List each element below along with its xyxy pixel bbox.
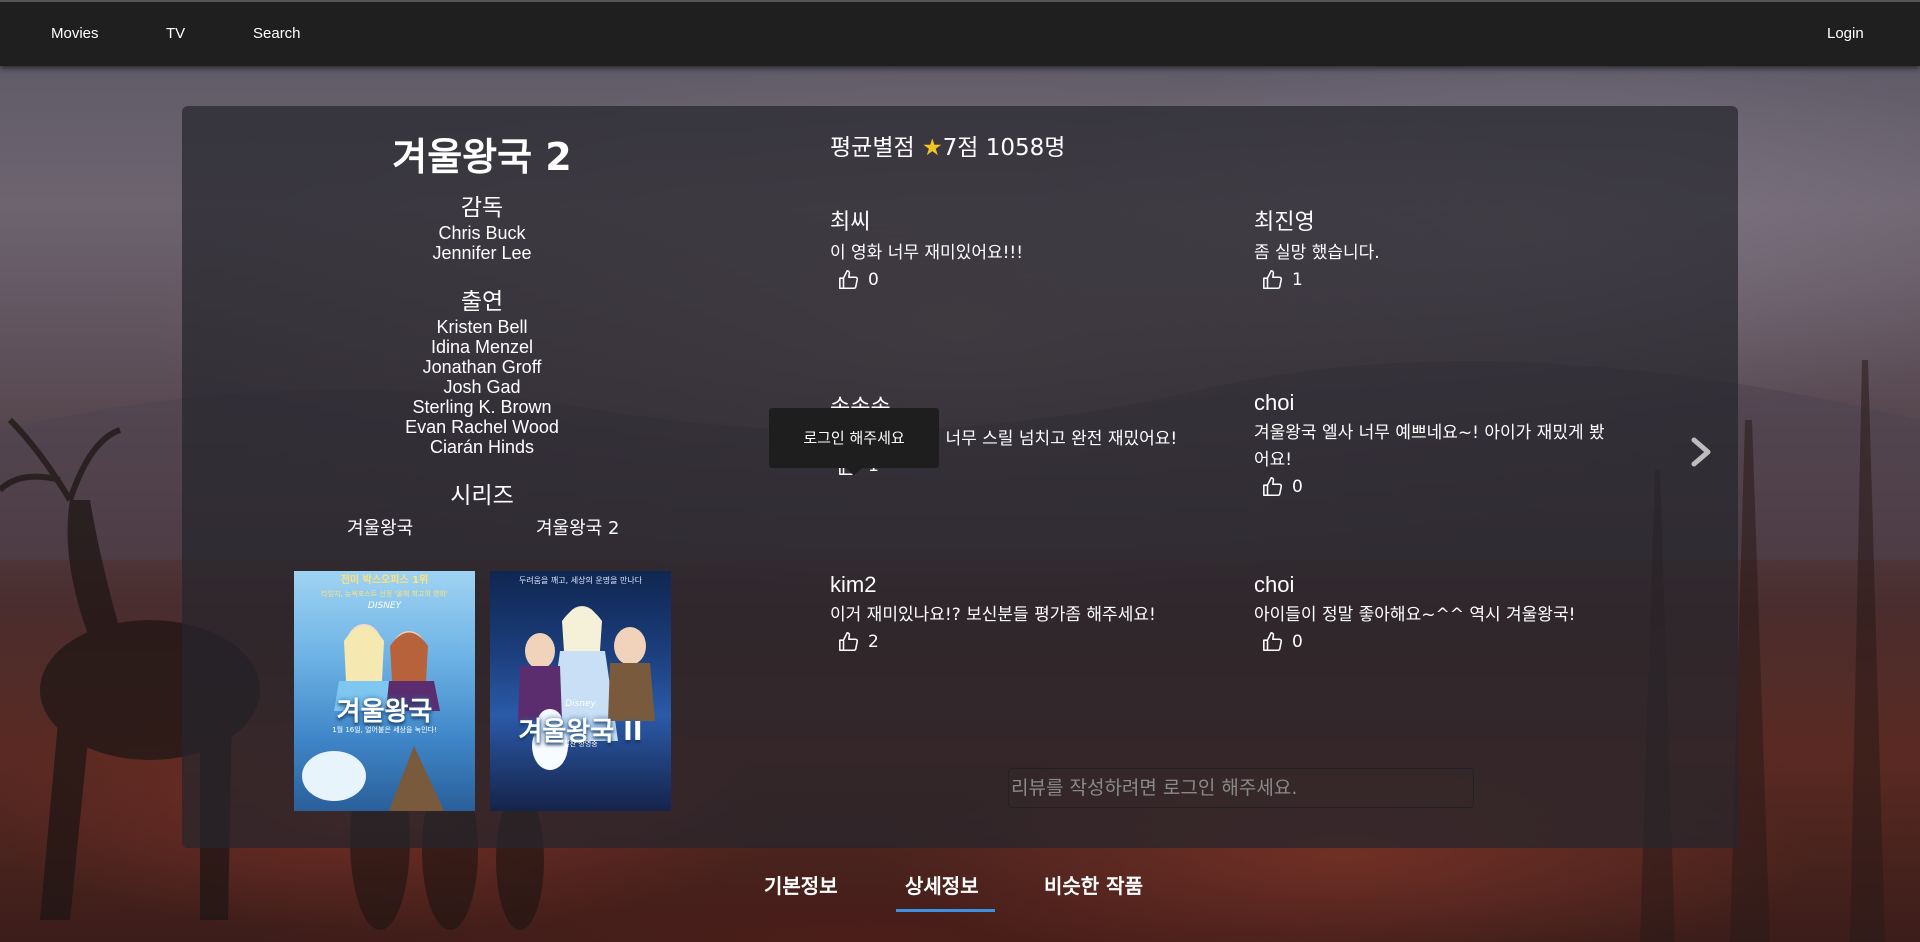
series-poster-frozen-2[interactable]: 두려움을 깨고, 세상의 운명을 만나다 Disney 겨울왕국 II 절찬 상…: [490, 571, 671, 811]
tab-similar-titles[interactable]: 비슷한 작품: [1044, 870, 1143, 899]
rating-label: 평균별점: [830, 135, 915, 161]
review-author: choi: [1254, 572, 1295, 597]
review-author: 최진영: [1254, 209, 1315, 234]
rating-count: 1058명: [985, 135, 1066, 161]
cast-member: Kristen Bell: [436, 317, 528, 337]
movie-title: 겨울왕국 2: [392, 135, 572, 179]
movie-detail-panel: 겨울왕국 2 감독 Chris Buck Jennifer Lee 출연 Kri…: [182, 106, 1738, 848]
nav-link-tv[interactable]: TV: [166, 25, 185, 42]
review-author: kim2: [830, 572, 877, 597]
like-count: 0: [1292, 632, 1303, 652]
series-poster-frozen[interactable]: 전미 박스오피스 1위 타임지, 뉴욕포스트 선정 '올해 최고의 영화' DI…: [294, 571, 475, 811]
nav-link-movies[interactable]: Movies: [51, 25, 99, 42]
series-heading: 시리즈: [450, 483, 514, 509]
cast-list: Kristen Bell Idina Menzel Jonathan Groff…: [182, 317, 782, 457]
cast-member: Evan Rachel Wood: [405, 417, 559, 437]
review-text: 아이들이 정말 좋아해요~^^ 역시 겨울왕국!: [1254, 605, 1576, 625]
thumbs-up-icon[interactable]: [838, 631, 860, 653]
review-text: 겨울왕국 엘사 너무 예쁘네요~! 아이가 재밌게 봤어요!: [1254, 423, 1605, 470]
director-name: Chris Buck: [438, 223, 526, 243]
poster-title: 겨울왕국: [336, 697, 433, 727]
series-item-title[interactable]: 겨울왕국 2: [536, 514, 619, 540]
thumbs-up-icon[interactable]: [1262, 631, 1284, 653]
chevron-right-icon[interactable]: [1686, 432, 1716, 472]
star-icon: ★: [921, 135, 943, 161]
series-item-title[interactable]: 겨울왕국: [347, 514, 413, 540]
active-tab-indicator: [896, 909, 995, 912]
top-navigation-bar: Movies TV Search Login: [0, 0, 1920, 66]
thumbs-up-icon[interactable]: [1262, 476, 1284, 498]
review-text: 좀 실망 했습니다.: [1254, 243, 1380, 263]
review-card: choi 아이들이 정말 좋아해요~^^ 역시 겨울왕국! 0: [1254, 572, 1614, 653]
cast-heading: 출연: [460, 289, 504, 315]
cast-member: Ciarán Hinds: [429, 437, 535, 457]
review-likes: 0: [830, 269, 1190, 291]
review-card: 최진영 좀 실망 했습니다. 1: [1254, 204, 1614, 291]
tab-basic-info[interactable]: 기본정보: [764, 870, 838, 899]
director-heading: 감독: [460, 195, 504, 221]
review-text: 이 영화 너무 재미있어요!!!: [830, 243, 1024, 263]
cast-member: Sterling K. Brown: [412, 397, 552, 417]
rating-score: 7점: [942, 135, 979, 161]
cast-member: Idina Menzel: [430, 337, 534, 357]
like-count: 0: [868, 270, 879, 290]
poster-subtitle: 절찬 상영중: [563, 740, 598, 748]
review-input[interactable]: [1008, 768, 1474, 808]
review-card: choi 겨울왕국 엘사 너무 예쁘네요~! 아이가 재밌게 봤어요! 0: [1254, 390, 1614, 498]
login-required-tooltip: 로그인 해주세요: [769, 408, 939, 476]
poster-subtitle: 1월 16일, 얼어붙은 세상을 녹인다!: [332, 726, 437, 734]
review-author: 최씨: [830, 209, 871, 234]
login-link[interactable]: Login: [1827, 25, 1864, 42]
average-rating: 평균별점 ★7점 1058명: [830, 128, 1065, 162]
nav-link-search[interactable]: Search: [253, 25, 301, 42]
review-author: choi: [1254, 390, 1295, 415]
review-card: 최씨 이 영화 너무 재미있어요!!! 0: [830, 204, 1190, 291]
thumbs-up-icon[interactable]: [1262, 269, 1284, 291]
poster-art: [518, 606, 655, 770]
review-likes: 0: [1254, 631, 1614, 653]
tab-detail-info[interactable]: 상세정보: [905, 870, 979, 899]
review-likes: 0: [1254, 476, 1614, 498]
thumbs-up-icon[interactable]: [838, 269, 860, 291]
director-name: Jennifer Lee: [432, 243, 532, 263]
review-likes: 1: [1254, 269, 1614, 291]
like-count: 0: [1292, 477, 1303, 497]
like-count: 2: [868, 632, 879, 652]
like-count: 1: [1292, 270, 1303, 290]
cast-member: Josh Gad: [443, 377, 521, 397]
cast-member: Jonathan Groff: [422, 357, 542, 377]
review-card: kim2 이거 재미있나요!? 보신분들 평가좀 해주세요! 2: [830, 572, 1190, 653]
review-likes: 2: [830, 631, 1190, 653]
review-text: 이거 재미있나요!? 보신분들 평가좀 해주세요!: [830, 605, 1156, 625]
detail-tabs: 기본정보 상세정보 비슷한 작품: [0, 870, 1920, 920]
director-list: Chris Buck Jennifer Lee: [182, 223, 782, 263]
poster-brand: Disney: [565, 699, 596, 709]
